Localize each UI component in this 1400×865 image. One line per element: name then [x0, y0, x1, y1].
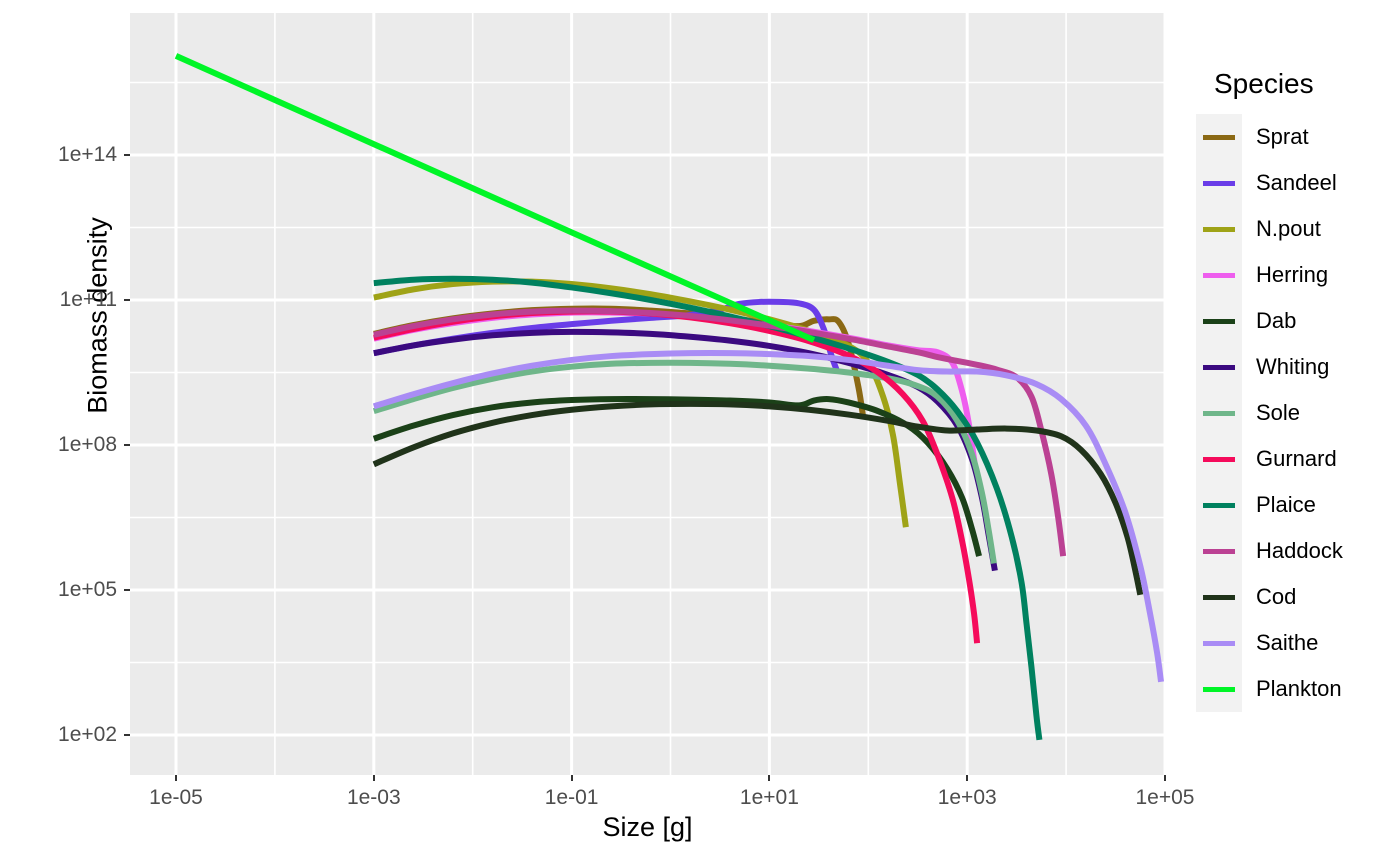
- x-tick-label: 1e-01: [544, 786, 599, 809]
- legend-label: N.pout: [1256, 216, 1321, 241]
- x-tick-mark: [966, 775, 969, 781]
- legend-swatch-icon: [1203, 686, 1235, 692]
- legend-item-whiting[interactable]: Whiting: [1196, 344, 1396, 390]
- legend-title: Species: [1214, 68, 1314, 99]
- gridlines-major: [130, 13, 1165, 775]
- legend-key: [1196, 436, 1242, 482]
- legend-key: [1196, 344, 1242, 390]
- legend-key: [1196, 574, 1242, 620]
- legend-label: Sole: [1256, 400, 1301, 425]
- y-tick-mark: [124, 154, 130, 156]
- legend-key: [1196, 298, 1242, 344]
- chart-root: Biomass density 1e+02 1e+05 1e+08 1e+11 1e+1…: [0, 0, 1400, 865]
- x-tick-label: 1e-03: [346, 786, 401, 809]
- y-tick-mark: [124, 299, 130, 301]
- legend-item-sprat[interactable]: Sprat: [1196, 114, 1396, 160]
- legend-label: Saithe: [1256, 630, 1319, 655]
- legend-key: [1196, 390, 1242, 436]
- legend-label: Sandeel: [1256, 170, 1337, 195]
- gridlines-minor: [130, 13, 1165, 775]
- x-tick-label: 1e+01: [739, 786, 799, 809]
- legend-key: [1196, 620, 1242, 666]
- legend-swatch-icon: [1203, 318, 1235, 324]
- legend-label: Haddock: [1256, 538, 1343, 563]
- legend-swatch-icon: [1203, 548, 1235, 554]
- x-tick-mark: [570, 775, 573, 781]
- legend-swatch-icon: [1203, 272, 1235, 278]
- y-tick-mark: [124, 589, 130, 591]
- x-tick-label: 1e-05: [149, 786, 203, 809]
- x-tick-mark: [372, 775, 375, 781]
- legend-item-saithe[interactable]: Saithe: [1196, 620, 1396, 666]
- legend-rows: Sprat Sandeel N.pout Herring Dab Whiting Sole G…: [1196, 114, 1396, 712]
- legend-key: [1196, 114, 1242, 160]
- legend-label: Herring: [1256, 262, 1329, 287]
- legend-key: [1196, 252, 1242, 298]
- legend-key: [1196, 666, 1242, 712]
- legend-label: Cod: [1256, 584, 1297, 609]
- x-tick-mark: [1164, 775, 1166, 781]
- y-tick-label: 1e+02: [58, 723, 117, 746]
- legend-key: [1196, 206, 1242, 252]
- legend-item-plankton[interactable]: Plankton: [1196, 666, 1396, 712]
- y-tick-label: 1e+08: [58, 433, 117, 456]
- legend-item-sole[interactable]: Sole: [1196, 390, 1396, 436]
- legend-swatch-icon: [1203, 226, 1235, 232]
- legend-swatch-icon: [1203, 134, 1235, 140]
- x-tick-mark: [175, 775, 177, 781]
- y-tick-label: 1e+14: [58, 143, 117, 166]
- legend-key: [1196, 482, 1242, 528]
- legend-swatch-icon: [1203, 640, 1235, 646]
- legend-label: Plaice: [1256, 492, 1316, 517]
- legend: Species Sprat Sandeel N.pout Herring Dab Whit…: [1196, 68, 1396, 712]
- legend-swatch-icon: [1203, 364, 1235, 370]
- legend-item-haddock[interactable]: Haddock: [1196, 528, 1396, 574]
- y-tick-mark: [124, 734, 130, 736]
- x-tick-mark: [768, 775, 771, 781]
- series-line-plankton: [174, 53, 816, 343]
- legend-label: Plankton: [1256, 676, 1342, 701]
- legend-item-gurnard[interactable]: Gurnard: [1196, 436, 1396, 482]
- legend-key: [1196, 160, 1242, 206]
- x-tick-label: 1e+05: [1135, 786, 1195, 809]
- legend-item-herring[interactable]: Herring: [1196, 252, 1396, 298]
- legend-swatch-icon: [1203, 502, 1235, 508]
- y-tick-label: 1e+05: [58, 578, 117, 601]
- legend-label: Dab: [1256, 308, 1297, 333]
- series-line-cod: [372, 400, 1144, 596]
- legend-item-plaice[interactable]: Plaice: [1196, 482, 1396, 528]
- legend-item-dab[interactable]: Dab: [1196, 298, 1396, 344]
- legend-label: Gurnard: [1256, 446, 1337, 471]
- series-lines: [174, 53, 1165, 741]
- legend-item-npout[interactable]: N.pout: [1196, 206, 1396, 252]
- y-tick-label: 1e+11: [59, 288, 117, 311]
- plot-panel: [130, 13, 1165, 775]
- legend-item-cod[interactable]: Cod: [1196, 574, 1396, 620]
- series-line-plaice: [373, 275, 1043, 741]
- legend-swatch-icon: [1203, 456, 1235, 462]
- plot-svg: [130, 13, 1165, 775]
- legend-swatch-icon: [1203, 410, 1235, 416]
- y-tick-mark: [124, 444, 130, 446]
- legend-label: Sprat: [1256, 124, 1309, 149]
- y-axis-title: Biomass density: [82, 217, 113, 414]
- legend-key: [1196, 528, 1242, 574]
- legend-swatch-icon: [1203, 180, 1235, 186]
- legend-swatch-icon: [1203, 594, 1235, 600]
- x-tick-label: 1e+03: [937, 786, 997, 809]
- x-axis-title: Size [g]: [602, 812, 693, 842]
- legend-label: Whiting: [1256, 354, 1330, 379]
- legend-item-sandeel[interactable]: Sandeel: [1196, 160, 1396, 206]
